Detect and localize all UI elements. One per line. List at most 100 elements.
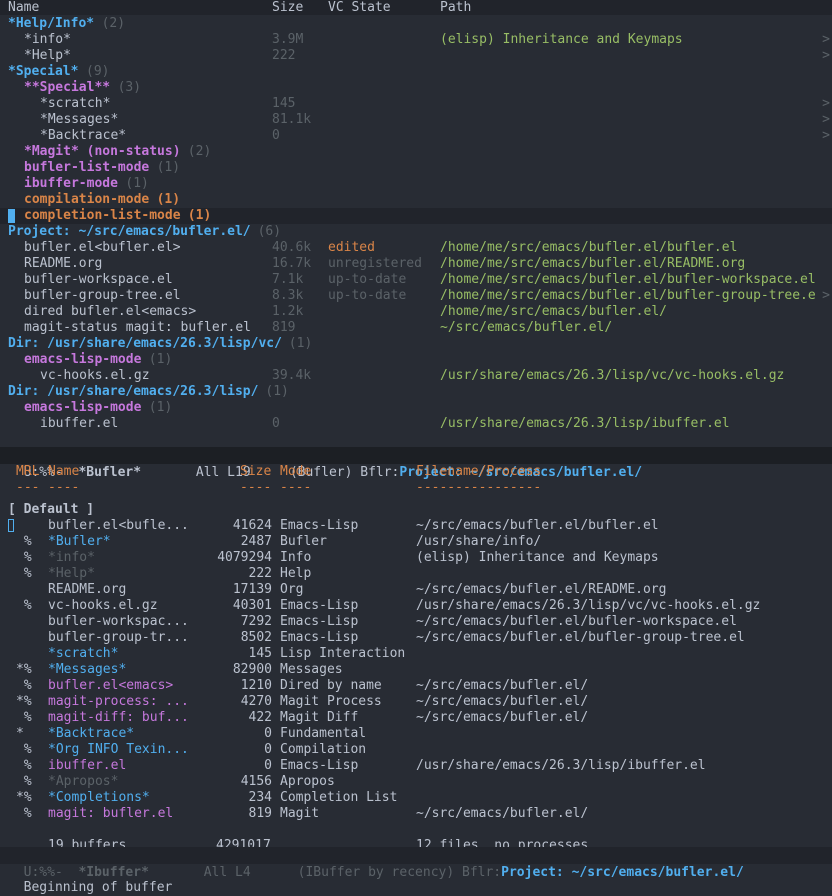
ibuffer-row[interactable]: *scratch* 145 Lisp Interaction bbox=[0, 646, 832, 662]
vc-state: edited bbox=[328, 240, 375, 255]
ibuffer-header-underline: --- ---- ---- ---- ---------------- bbox=[0, 480, 832, 496]
col-name[interactable]: Name bbox=[8, 0, 39, 15]
buffer-size: 1.2k bbox=[272, 304, 304, 319]
buffer-group[interactable]: bufler-list-mode (1) bbox=[0, 160, 832, 176]
buffer-mode: Emacs-Lisp bbox=[280, 630, 359, 645]
buffer-group[interactable]: ibuffer-mode (1) bbox=[0, 176, 832, 192]
group-name: ibuffer-mode bbox=[24, 176, 118, 191]
buffer-size: 4270 bbox=[240, 694, 272, 709]
mode-line-bufler: U:%%- *Bufler* All L19 (Bufler) Bflr:Pro… bbox=[0, 447, 832, 480]
ibuffer-row[interactable]: % magit-diff: buf... 422 Magit Diff ~/src/em… bbox=[0, 710, 832, 726]
buffer-row[interactable]: *Help* 222 > bbox=[0, 48, 832, 64]
buffer-group[interactable]: *Special* (9) bbox=[0, 64, 832, 80]
buffer-mode: Bufler bbox=[280, 534, 327, 549]
buffer-row[interactable]: *Backtrace* 0 > bbox=[0, 128, 832, 144]
buffer-name: *Help* bbox=[48, 566, 95, 581]
buffer-name: bufler-group-tree.el bbox=[24, 288, 181, 303]
buffer-row[interactable]: bufler-group-tree.el 8.3k up-to-date/home/… bbox=[0, 288, 832, 304]
buffer-filename: /usr/share/emacs/26.3/lisp/vc/vc-hooks.e… bbox=[416, 598, 761, 613]
buffer-name: vc-hooks.el.gz bbox=[48, 598, 158, 613]
buffer-row[interactable]: bufler-workspace.el 7.1k up-to-date/home/m… bbox=[0, 272, 832, 288]
buffer-row[interactable]: README.org 16.7k unregistered/home/me/src/… bbox=[0, 256, 832, 272]
ibuffer-row[interactable]: % vc-hooks.el.gz 40301 Emacs-Lisp/usr/share… bbox=[0, 598, 832, 614]
buffer-group[interactable]: Dir: /usr/share/emacs/26.3/lisp/vc/ (1) bbox=[0, 336, 832, 352]
buffer-group[interactable]: *Help/Info* (2) bbox=[0, 16, 832, 32]
buffer-group[interactable]: Dir: /usr/share/emacs/26.3/lisp/ (1) bbox=[0, 384, 832, 400]
bufler-column-header: Name Size VC State Path bbox=[0, 0, 832, 15]
buffer-group[interactable]: compilation-mode (1) bbox=[0, 192, 832, 208]
buffer-mode: Fundamental bbox=[280, 726, 367, 741]
mark-flags: % bbox=[16, 598, 32, 613]
buffer-row[interactable]: magit-status magit: bufler.el 819 ~/src/em… bbox=[0, 320, 832, 336]
truncation-arrow-icon: > bbox=[822, 112, 830, 127]
mark-flags: % bbox=[16, 710, 32, 725]
filter-group-default[interactable]: [ Default ] bbox=[0, 502, 832, 518]
ibuffer-row[interactable]: *% *Completions* 234 Completion List bbox=[0, 790, 832, 806]
ibuffer-row[interactable]: * *Backtrace* 0 Fundamental bbox=[0, 726, 832, 742]
ibuffer-row[interactable]: % ibuffer.el 0 Emacs-Lisp/usr/share/emacs/2… bbox=[0, 758, 832, 774]
mark-flags: *% bbox=[16, 662, 32, 677]
buffer-row[interactable]: *Messages* 81.1k > bbox=[0, 112, 832, 128]
ibuffer-row[interactable]: % *info* 4079294 Info (elisp) Inheritance an… bbox=[0, 550, 832, 566]
buffer-row[interactable]: bufler.el<bufler.el> 40.6k edited/home/me/… bbox=[0, 240, 832, 256]
col-path[interactable]: Path bbox=[440, 0, 471, 15]
buffer-mode: Lisp Interaction bbox=[280, 646, 406, 661]
buffer-row[interactable]: dired bufler.el<emacs> 1.2k/home/me/src/e… bbox=[0, 304, 832, 320]
col-vc-state[interactable]: VC State bbox=[328, 0, 391, 15]
mode-line-ibuffer: U:%%- *Ibuffer* All L4 (IBuffer by recen… bbox=[0, 847, 832, 880]
ibuffer-row[interactable]: % *Org INFO Texin... 0 Compilation bbox=[0, 742, 832, 758]
buffer-name: ibuffer.el bbox=[40, 416, 119, 431]
buffer-group[interactable]: completion-list-mode (1) bbox=[0, 208, 832, 224]
mark-flags: % bbox=[16, 774, 32, 789]
col-mode[interactable]: Mode bbox=[280, 464, 311, 480]
buffer-row[interactable]: vc-hooks.el.gz 39.4k/usr/share/emacs/26.3… bbox=[0, 368, 832, 384]
ibuffer-row[interactable]: bufler-workspac... 7292 Emacs-Lisp ~/src/em… bbox=[0, 614, 832, 630]
underline-mode: ---- bbox=[280, 480, 312, 495]
col-name[interactable]: Name bbox=[48, 464, 79, 480]
mark-flags: % bbox=[16, 678, 32, 693]
buffer-row[interactable]: *info* 3.9M (elisp) Inheritance and Keymap… bbox=[0, 32, 832, 48]
ibuffer-row[interactable]: bufler-group-tr... 8502 Emacs-Lisp ~/src/em… bbox=[0, 630, 832, 646]
ibuffer-row[interactable]: % bufler.el<emacs> 1210 Dired by name ~/src/… bbox=[0, 678, 832, 694]
buffer-row[interactable]: *scratch* 145 > bbox=[0, 96, 832, 112]
ibuffer-row[interactable]: % *Bufler* 2487 Bufler/usr/share/info/ bbox=[0, 534, 832, 550]
group-count: (6) bbox=[257, 224, 282, 239]
ibuffer-row[interactable]: *% magit-process: ... 4270 Magit Process ~/s… bbox=[0, 694, 832, 710]
buffer-size: 40301 bbox=[232, 598, 272, 613]
ibuffer-row[interactable]: *% *Messages* 82900 Messages bbox=[0, 662, 832, 678]
ibuffer-pane[interactable]: MRL Name Size Mode Filename/Process --- … bbox=[0, 464, 832, 848]
ibuffer-row[interactable]: README.org 17139 Org ~/src/emacs/bufler.el/… bbox=[0, 582, 832, 598]
group-name: emacs-lisp-mode bbox=[24, 352, 142, 367]
buffer-group[interactable]: Project: ~/src/emacs/bufler.el/ (6) bbox=[0, 224, 832, 240]
buffer-path: /home/me/src/emacs/bufler.el/README.org bbox=[440, 256, 746, 271]
buffer-size: 4079294 bbox=[217, 550, 272, 565]
buffer-name: bufler.el<bufle... bbox=[48, 518, 189, 533]
buffer-path: /home/me/src/emacs/bufler.el/ bbox=[440, 304, 667, 319]
bufler-pane[interactable]: Name Size VC State Path *Help/Info* (2) *i… bbox=[0, 0, 832, 448]
col-filename[interactable]: Filename/Process bbox=[416, 464, 541, 480]
vc-state: unregistered bbox=[328, 256, 422, 271]
buffer-path: /home/me/src/emacs/bufler.el/bufler-work… bbox=[440, 272, 816, 287]
buffer-filename: /usr/share/emacs/26.3/lisp/ibuffer.el bbox=[416, 758, 706, 773]
truncation-arrow-icon: > bbox=[822, 32, 830, 47]
group-count: (2) bbox=[101, 16, 126, 31]
buffer-group[interactable]: emacs-lisp-mode (1) bbox=[0, 352, 832, 368]
buffer-group[interactable]: **Special** (3) bbox=[0, 80, 832, 96]
buffer-name: README.org bbox=[48, 582, 127, 597]
ibuffer-row[interactable]: % magit: bufler.el 819 Magit ~/src/emacs/buf… bbox=[0, 806, 832, 822]
buffer-size: 39.4k bbox=[272, 368, 312, 383]
ibuffer-row[interactable]: % *Apropos* 4156 Apropos bbox=[0, 774, 832, 790]
buffer-group[interactable]: emacs-lisp-mode (1) bbox=[0, 400, 832, 416]
ibuffer-row[interactable]: % *Help* 222 Help bbox=[0, 566, 832, 582]
ibuffer-list: bufler.el<bufle... 41624 Emacs-Lisp ~/src/e… bbox=[0, 518, 832, 822]
col-size[interactable]: Size bbox=[240, 464, 271, 480]
col-size[interactable]: Size bbox=[272, 0, 303, 15]
buffer-size: 4156 bbox=[240, 774, 272, 789]
group-count: (3) bbox=[117, 80, 142, 95]
buffer-mode: Org bbox=[280, 582, 304, 597]
ibuffer-row[interactable]: bufler.el<bufle... 41624 Emacs-Lisp ~/src/e… bbox=[0, 518, 832, 534]
ibuffer-header: MRL Name Size Mode Filename/Process bbox=[0, 464, 832, 480]
buffer-row[interactable]: ibuffer.el 0/usr/share/emacs/26.3/lisp/ib… bbox=[0, 416, 832, 432]
col-mrl[interactable]: MRL bbox=[16, 464, 39, 480]
buffer-group[interactable]: *Magit* (non-status) (2) bbox=[0, 144, 832, 160]
